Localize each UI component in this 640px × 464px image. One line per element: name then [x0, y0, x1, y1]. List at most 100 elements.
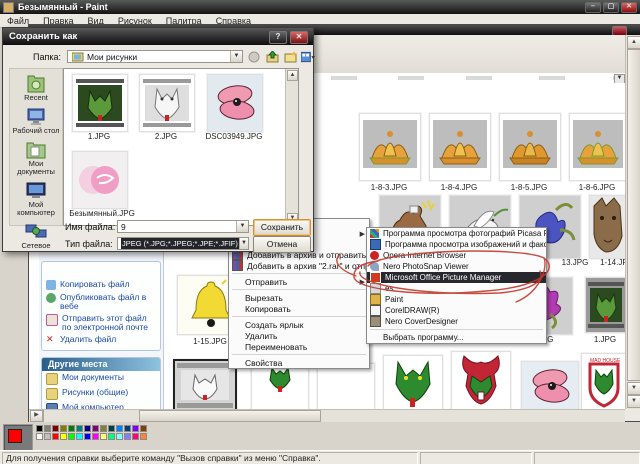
place-recent[interactable]: Recent [10, 74, 62, 102]
dialog-file-label[interactable]: Безымянный.JPG [64, 209, 140, 218]
dialog-file-thumbnail[interactable] [72, 151, 128, 209]
task-email-file[interactable]: Отправить этот файл по электронной почте [42, 312, 160, 333]
scroll-thumb[interactable] [627, 49, 640, 381]
openwith-opera[interactable]: Opera Internet Browser [367, 250, 546, 261]
palette-color[interactable] [108, 425, 115, 432]
palette-color[interactable] [60, 433, 67, 440]
place-desktop[interactable]: Рабочий стол [10, 107, 62, 135]
palette-color[interactable] [100, 425, 107, 432]
file-label[interactable]: 1-8-5.JPG [499, 183, 559, 192]
palette-color[interactable] [76, 433, 83, 440]
file-label[interactable]: 1-8-4.JPG [429, 183, 489, 192]
context-copy[interactable]: Копировать [229, 303, 369, 314]
palette-color[interactable] [124, 433, 131, 440]
file-label[interactable]: 1.JPG [585, 335, 625, 344]
place-my-documents[interactable]: Мои документы [10, 140, 62, 176]
palette-color[interactable] [36, 425, 43, 432]
horizontal-scrollbar[interactable]: ◀ ▶ [29, 409, 625, 422]
file-thumbnail[interactable] [429, 113, 491, 181]
dialog-file-label[interactable]: 2.JPG [139, 132, 193, 141]
palette-color[interactable] [132, 425, 139, 432]
context-properties[interactable]: Свойства [229, 357, 369, 368]
scroll-up-icon[interactable]: ▲ [287, 70, 298, 81]
task-delete-file[interactable]: ✕ Удалить файл [42, 333, 160, 346]
dialog-file-label[interactable]: 1.JPG [72, 132, 126, 141]
place-my-computer[interactable]: Мой компьютер [42, 401, 160, 409]
palette-color[interactable] [92, 425, 99, 432]
place-shared-pictures[interactable]: Рисунки (общие) [42, 386, 160, 401]
cancel-button[interactable]: Отмена [253, 236, 311, 253]
new-folder-button[interactable] [283, 50, 297, 63]
palette-color[interactable] [116, 425, 123, 432]
place-network[interactable]: Сетевое [10, 222, 62, 250]
openwith-nero-photosnap[interactable]: Nero PhotoSnap Viewer [367, 261, 546, 272]
place-my-computer[interactable]: Мой компьютер [10, 181, 62, 217]
minimize-button[interactable]: – [585, 1, 601, 13]
context-rename[interactable]: Переименовать [229, 341, 369, 352]
palette-color[interactable] [84, 433, 91, 440]
palette-color[interactable] [116, 433, 123, 440]
filetype-combobox[interactable]: JPEG (*.JPG;*.JPEG;*.JPE;*.JFIF) ▼ [117, 237, 249, 250]
palette-color[interactable] [52, 433, 59, 440]
palette-color[interactable] [84, 425, 91, 432]
palette-color[interactable] [140, 433, 147, 440]
openwith-coreldraw[interactable]: CorelDRAW(R) [367, 305, 546, 316]
palette-color[interactable] [52, 425, 59, 432]
filename-input[interactable]: 9 ▼ [117, 220, 249, 233]
context-cut[interactable]: Вырезать [229, 292, 369, 303]
views-button[interactable] [301, 50, 315, 63]
context-delete[interactable]: Удалить [229, 330, 369, 341]
file-thumbnail[interactable] [585, 277, 625, 333]
chevron-down-icon[interactable]: ▼ [236, 221, 248, 232]
dialog-list-scrollbar[interactable]: ▲ ▼ [285, 69, 298, 225]
task-copy-file[interactable]: Копировать файл [42, 278, 160, 291]
back-button[interactable] [247, 50, 261, 63]
file-thumbnail[interactable] [317, 363, 375, 409]
file-thumbnail[interactable] [359, 113, 421, 181]
other-places-header[interactable]: Другие места [42, 358, 160, 371]
dialog-file-thumbnail[interactable] [207, 74, 263, 132]
scroll-up-icon[interactable]: ▲ [627, 36, 640, 49]
task-publish-file[interactable]: Опубликовать файл в вебе [42, 291, 160, 312]
openwith-choose-program[interactable]: Выбрать программу... [367, 332, 546, 343]
context-send-to[interactable]: Отправить ▶ [229, 276, 369, 287]
dialog-file-thumbnail[interactable] [72, 74, 128, 132]
palette-color[interactable] [140, 425, 147, 432]
help-button[interactable]: ? [269, 31, 287, 44]
current-color-box[interactable] [3, 424, 33, 452]
palette-color[interactable] [36, 433, 43, 440]
context-add-archive-rar-email[interactable]: Добавить в архив "2.rar" и отправить по … [229, 260, 369, 271]
context-create-shortcut[interactable]: Создать ярлык [229, 319, 369, 330]
palette-color[interactable] [124, 425, 131, 432]
openwith-es[interactable]: es [367, 283, 546, 294]
file-thumbnail[interactable]: MAD HOUSE [581, 353, 625, 409]
file-label[interactable]: 1-8-3.JPG [359, 183, 419, 192]
file-label[interactable]: 1-14.JPG [589, 258, 625, 267]
palette-color[interactable] [92, 433, 99, 440]
palette-color[interactable] [44, 433, 51, 440]
openwith-ms-picture-manager[interactable]: Microsoft Office Picture Manager [367, 272, 546, 283]
scroll-down-icon[interactable]: ▼ [627, 395, 640, 408]
file-thumbnail[interactable] [383, 355, 443, 409]
dialog-close-button[interactable]: ✕ [290, 31, 308, 44]
palette-color[interactable] [68, 433, 75, 440]
scroll-down-icon[interactable]: ▼ [627, 382, 640, 395]
dialog-file-thumbnail[interactable] [139, 74, 195, 132]
palette-color[interactable] [44, 425, 51, 432]
dialog-file-label[interactable]: DSC03949.JPG [198, 132, 270, 141]
close-button[interactable]: ✕ [621, 1, 637, 13]
scroll-thumb[interactable] [139, 410, 321, 422]
openwith-windows-viewer[interactable]: Программа просмотра изображений и факсов [367, 239, 546, 250]
scroll-right-icon[interactable]: ▶ [30, 410, 43, 422]
openwith-nero-cover[interactable]: Nero CoverDesigner [367, 316, 546, 327]
palette-color[interactable] [60, 425, 67, 432]
vertical-scrollbar[interactable]: ▲ ▼ ▼ [625, 35, 640, 409]
place-my-documents[interactable]: Мои документы [42, 371, 160, 386]
palette-color[interactable] [108, 433, 115, 440]
chevron-down-icon[interactable]: ▼ [238, 238, 248, 249]
file-thumbnail[interactable] [569, 113, 625, 181]
chevron-down-icon[interactable]: ▼ [230, 51, 242, 62]
palette-color[interactable] [68, 425, 75, 432]
maximize-button[interactable]: ▢ [603, 1, 619, 13]
save-button[interactable]: Сохранить [253, 219, 311, 236]
